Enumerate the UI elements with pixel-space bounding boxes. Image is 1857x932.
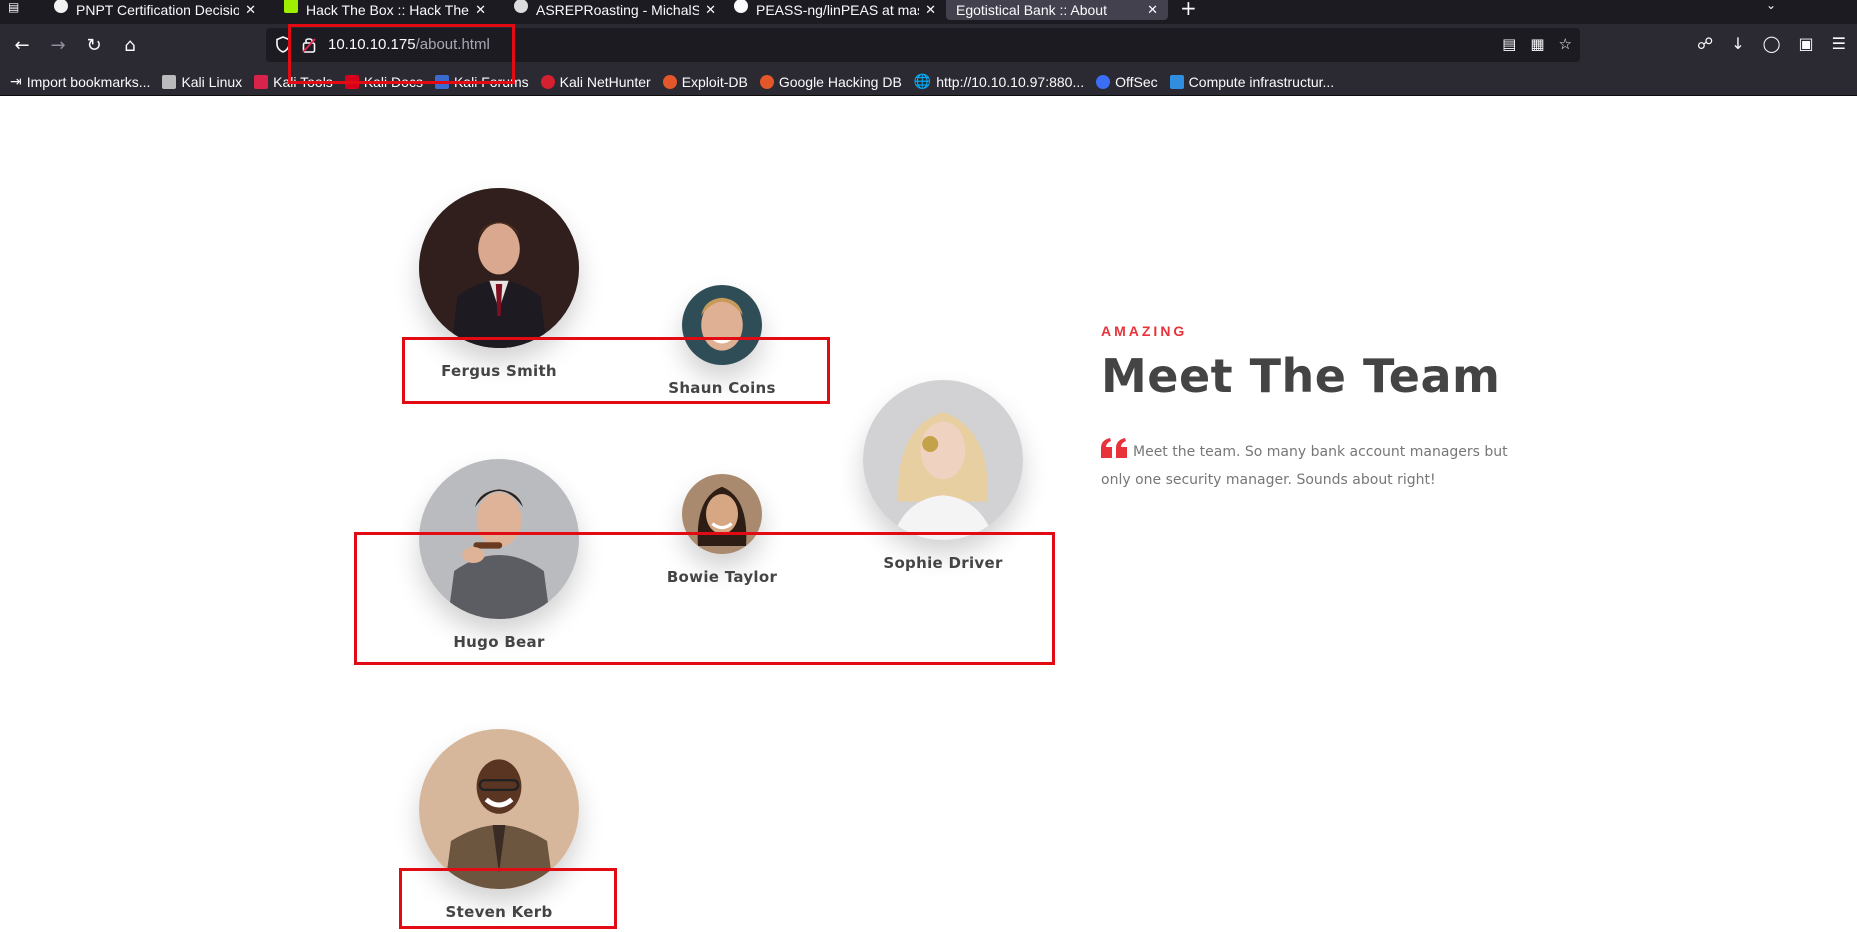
bookmark-label: Import bookmarks... bbox=[26, 73, 151, 90]
tab-title: ASREPRoasting - MichalSz bbox=[536, 2, 700, 18]
tab-title: Egotistical Bank :: About bbox=[956, 2, 1107, 18]
tab-pnpt[interactable]: PNPT Certification Decisio ✕ bbox=[44, 0, 266, 20]
htb-cube-icon bbox=[284, 0, 298, 13]
tab-close-icon[interactable]: ✕ bbox=[475, 0, 486, 18]
tab-title: Hack The Box :: Hack The bbox=[306, 2, 469, 18]
tab-htb[interactable]: Hack The Box :: Hack The ✕ bbox=[274, 0, 496, 20]
bookmark-offsec[interactable]: OffSec bbox=[1096, 74, 1158, 90]
extensions-icon[interactable]: ▣ bbox=[1799, 34, 1814, 53]
app-menu-icon[interactable]: ☰ bbox=[1832, 34, 1846, 53]
bookmark-kali-nethunter[interactable]: Kali NetHunter bbox=[540, 73, 651, 90]
member-photo bbox=[419, 729, 579, 889]
tab-title: PNPT Certification Decisio bbox=[76, 2, 240, 18]
forward-arrow-icon[interactable]: → bbox=[46, 34, 70, 58]
github-icon bbox=[734, 0, 748, 13]
team-intro-quote: Meet the team. So many bank account mana… bbox=[1101, 438, 1511, 494]
reload-icon[interactable]: ↻ bbox=[82, 34, 106, 58]
reader-view-icon[interactable]: ▤ bbox=[1502, 35, 1516, 53]
offsec-icon bbox=[1096, 74, 1111, 89]
member-photo bbox=[863, 380, 1023, 540]
kali-dragon-icon bbox=[162, 74, 177, 89]
tab-egotistical-bank[interactable]: Egotistical Bank :: About ✕ bbox=[946, 0, 1168, 20]
tab-favicon-icon bbox=[514, 0, 528, 13]
annotation-box-names-row2 bbox=[354, 532, 1055, 665]
bookmark-local-url[interactable]: 🌐 http://10.10.10.97:880... bbox=[914, 73, 1084, 90]
tab-close-icon[interactable]: ✕ bbox=[925, 0, 936, 18]
bookmark-label: Kali Linux bbox=[181, 73, 243, 90]
kali-tools-icon bbox=[254, 74, 269, 89]
home-icon[interactable]: ⌂ bbox=[118, 34, 142, 58]
bookmark-import[interactable]: ⇥ Import bookmarks... bbox=[10, 73, 150, 90]
bookmarks-toolbar: ⇥ Import bookmarks... Kali Linux Kali Too… bbox=[0, 68, 1857, 96]
quote-left-icon bbox=[1101, 438, 1127, 458]
bookmark-label: Google Hacking DB bbox=[778, 73, 902, 90]
globe-icon: 🌐 bbox=[913, 73, 932, 89]
account-icon[interactable]: ◯ bbox=[1763, 34, 1781, 53]
ghdb-icon bbox=[759, 74, 774, 89]
tab-title: PEASS-ng/linPEAS at mas bbox=[756, 2, 920, 18]
qr-grid-icon[interactable]: ▦ bbox=[1530, 35, 1544, 53]
back-arrow-icon[interactable]: ← bbox=[10, 34, 34, 58]
bookmark-compute[interactable]: Compute infrastructur... bbox=[1169, 73, 1335, 90]
list-all-tabs-icon[interactable]: ▤ bbox=[8, 0, 26, 14]
nethunter-icon bbox=[540, 74, 555, 89]
tab-favicon-icon bbox=[54, 0, 68, 13]
bookmark-label: Kali NetHunter bbox=[559, 73, 651, 90]
bookmark-exploit-db[interactable]: Exploit-DB bbox=[662, 73, 748, 90]
annotation-box-url bbox=[288, 24, 515, 84]
section-eyebrow: AMAZING bbox=[1101, 323, 1188, 339]
new-tab-plus-icon[interactable]: + bbox=[1180, 0, 1197, 20]
bookmark-label: Compute infrastructur... bbox=[1188, 73, 1335, 90]
tab-close-icon[interactable]: ✕ bbox=[705, 0, 716, 18]
import-icon: ⇥ bbox=[10, 73, 22, 89]
quote-text: Meet the team. So many bank account mana… bbox=[1101, 444, 1508, 488]
bookmark-star-icon[interactable]: ☆ bbox=[1559, 35, 1572, 53]
exploit-db-icon bbox=[662, 74, 677, 89]
tab-close-icon[interactable]: ✕ bbox=[245, 0, 256, 18]
tab-close-icon[interactable]: ✕ bbox=[1147, 0, 1158, 18]
bookmark-label: Exploit-DB bbox=[681, 73, 748, 90]
chevron-down-icon[interactable]: ⌄ bbox=[1766, 0, 1776, 12]
bookmark-google-hacking-db[interactable]: Google Hacking DB bbox=[759, 73, 902, 90]
tab-linpeas[interactable]: PEASS-ng/linPEAS at mas ✕ bbox=[724, 0, 946, 20]
navigation-toolbar: ← → ↻ ⌂ 10.10.10.175/about.html ▤ ▦ ☆ ☍ … bbox=[0, 24, 1857, 68]
tab-strip: ▤ PNPT Certification Decisio ✕ Hack The … bbox=[0, 0, 1857, 24]
bookmark-label: http://10.10.10.97:880... bbox=[936, 73, 1085, 90]
azure-icon bbox=[1169, 74, 1184, 89]
page-title: Meet The Team bbox=[1101, 349, 1501, 403]
tab-asreproasting[interactable]: ASREPRoasting - MichalSz ✕ bbox=[504, 0, 726, 20]
download-icon[interactable]: ↓ bbox=[1731, 34, 1744, 53]
pocket-icon[interactable]: ☍ bbox=[1697, 34, 1713, 53]
member-photo bbox=[419, 188, 579, 348]
bookmark-kali-linux[interactable]: Kali Linux bbox=[162, 74, 242, 90]
annotation-box-names-row3 bbox=[399, 868, 617, 929]
about-page: Fergus Smith Shaun Coins Sophie Driver H… bbox=[0, 97, 1857, 932]
bookmark-label: OffSec bbox=[1115, 73, 1158, 90]
annotation-box-names-row1 bbox=[402, 337, 830, 404]
